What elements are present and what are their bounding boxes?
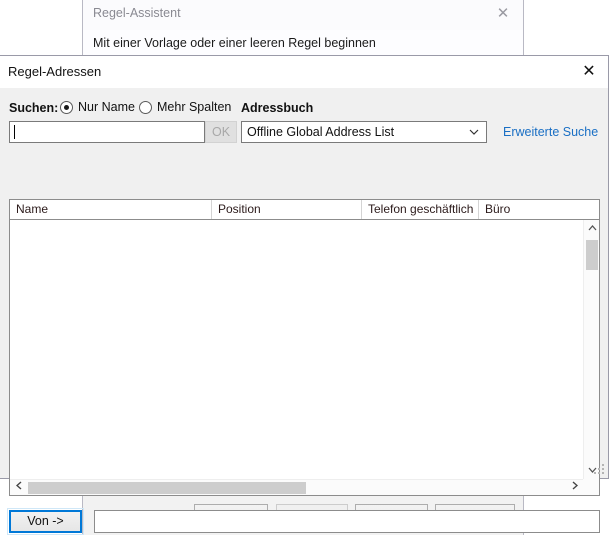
address-list[interactable]	[9, 220, 600, 496]
radio-mehr-spalten[interactable]: Mehr Spalten	[139, 100, 231, 114]
screen: Regel-Assistent ✕ Mit einer Vorlage oder…	[0, 0, 609, 535]
rule-wizard-title: Regel-Assistent	[93, 6, 181, 20]
horizontal-scrollbar-thumb[interactable]	[28, 482, 306, 494]
column-header-telefon-geschaeftlich[interactable]: Telefon geschäftlich	[362, 200, 479, 219]
rule-wizard-subtitle: Mit einer Vorlage oder einer leeren Rege…	[93, 36, 376, 50]
advanced-search-link[interactable]: Erweiterte Suche	[503, 125, 598, 139]
address-list-rows	[10, 220, 583, 479]
rule-addresses-dialog: Regel-Adressen ✕ Suchen: Nur Name Mehr S…	[0, 55, 609, 535]
dialog-titlebar: Regel-Adressen ✕	[0, 56, 608, 88]
chevron-left-icon[interactable]	[10, 480, 27, 496]
list-column-headers: Name Position Telefon geschäftlich Büro	[9, 199, 600, 220]
address-book-label: Adressbuch	[241, 101, 314, 115]
chevron-up-icon[interactable]	[584, 220, 600, 237]
search-label: Suchen:	[9, 101, 59, 115]
address-book-select[interactable]: Offline Global Address List	[241, 121, 487, 143]
chevron-down-icon	[468, 122, 480, 144]
recipient-input[interactable]	[94, 510, 600, 533]
column-header-position[interactable]: Position	[212, 200, 362, 219]
radio-mehr-spalten-label: Mehr Spalten	[157, 100, 232, 114]
search-ok-button: OK	[205, 121, 237, 143]
close-icon[interactable]: ✕	[493, 4, 513, 24]
chevron-right-icon[interactable]	[566, 480, 583, 496]
column-header-buero[interactable]: Büro	[479, 200, 599, 219]
dialog-title: Regel-Adressen	[8, 64, 102, 79]
radio-selected-icon	[60, 100, 73, 114]
von-button[interactable]: Von ->	[9, 510, 82, 533]
close-icon[interactable]: ✕	[576, 60, 602, 84]
column-header-name[interactable]: Name	[10, 200, 212, 219]
address-book-selected-value: Offline Global Address List	[247, 125, 395, 139]
radio-nur-name[interactable]: Nur Name	[60, 100, 135, 114]
vertical-scrollbar[interactable]	[583, 220, 599, 479]
radio-nur-name-label: Nur Name	[78, 100, 135, 114]
resize-grip[interactable]	[594, 464, 606, 476]
search-input[interactable]	[9, 121, 205, 143]
horizontal-scrollbar[interactable]	[10, 479, 583, 495]
vertical-scrollbar-thumb[interactable]	[586, 240, 598, 270]
radio-unselected-icon	[139, 100, 152, 114]
rule-wizard-titlebar: Regel-Assistent ✕	[83, 0, 523, 30]
dialog-body: Suchen: Nur Name Mehr Spalten Adressbuch…	[0, 88, 608, 535]
scrollbar-corner	[583, 479, 599, 495]
